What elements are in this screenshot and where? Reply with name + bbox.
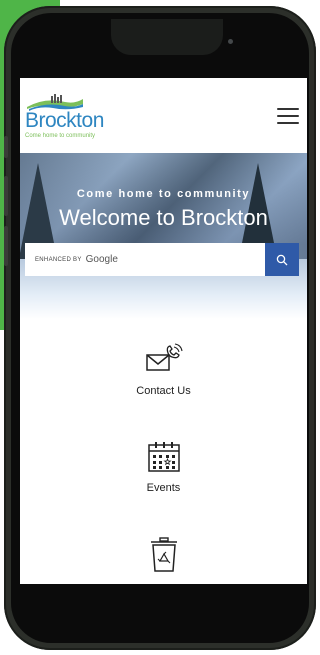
- hero-subtitle: Come home to community: [76, 188, 251, 200]
- tile-label: Events: [146, 482, 181, 494]
- site-logo[interactable]: Brockton Come home to community: [25, 93, 115, 139]
- camera-icon: [228, 39, 233, 44]
- search-button[interactable]: [265, 243, 299, 276]
- recycle-bin-icon: [150, 537, 177, 572]
- tile-events[interactable]: Events: [20, 440, 307, 537]
- hero-banner: Come home to community Welcome to Brockt…: [20, 153, 307, 319]
- envelope-phone-icon: [145, 343, 183, 371]
- hamburger-menu-icon[interactable]: [277, 107, 299, 124]
- phone-side-button: [4, 176, 8, 216]
- calendar-icon: [147, 442, 180, 472]
- hero-title: Welcome to Brockton: [59, 205, 268, 230]
- phone-side-button: [4, 226, 8, 266]
- tile-label: Contact Us: [136, 385, 191, 397]
- logo-skyline-icon: [27, 93, 83, 111]
- search-input[interactable]: ENHANCED BY Google: [25, 243, 265, 276]
- phone-side-button: [4, 136, 8, 158]
- logo-name: Brockton: [25, 108, 104, 132]
- search-bar: ENHANCED BY Google: [25, 243, 299, 276]
- tile-contact-us[interactable]: Contact Us: [20, 343, 307, 440]
- phone-screen: Brockton Come home to community Come hom…: [20, 78, 307, 584]
- logo-tagline: Come home to community: [25, 132, 96, 139]
- quick-links: Contact Us Events: [20, 319, 307, 584]
- tile-recycling[interactable]: [20, 537, 307, 584]
- site-header: Brockton Come home to community: [20, 78, 307, 153]
- search-icon: [276, 254, 288, 265]
- google-label: Google: [85, 254, 118, 265]
- phone-notch: [111, 19, 233, 55]
- enhanced-by-label: ENHANCED BY: [35, 256, 82, 263]
